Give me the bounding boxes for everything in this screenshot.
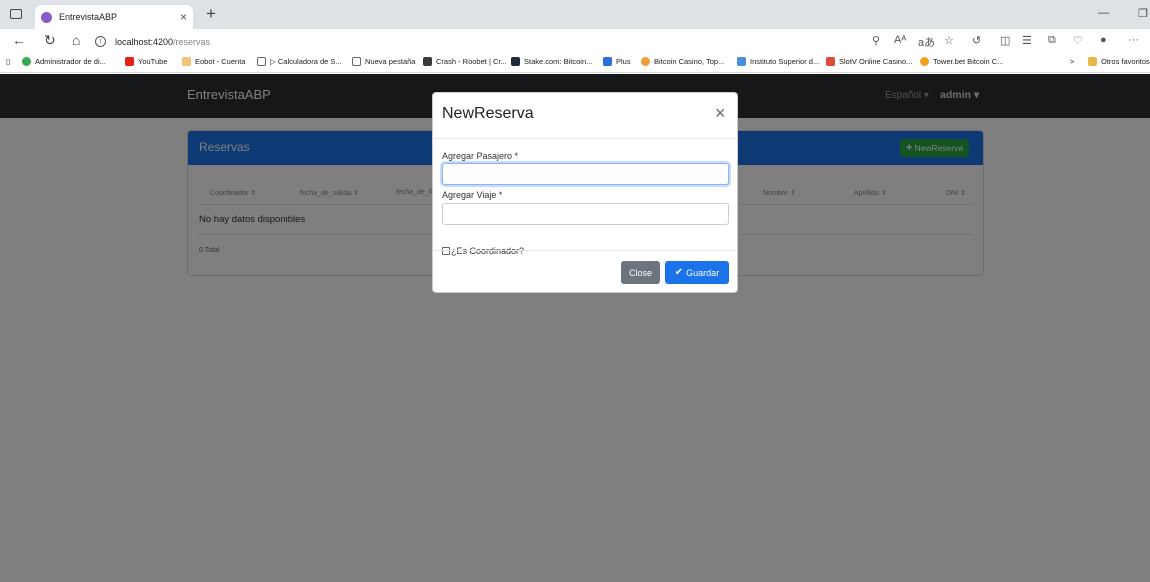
favicon-icon: [41, 11, 52, 23]
bookmark-favicon-icon: [603, 57, 612, 66]
modal-footer-divider: [433, 250, 737, 251]
viaje-input[interactable]: [442, 203, 729, 225]
tab-close-icon[interactable]: ×: [180, 10, 187, 24]
modal-title: NewReserva: [442, 105, 534, 122]
modal-header-divider: [433, 138, 737, 139]
extensions-icon[interactable]: ↺: [972, 34, 981, 47]
browser-essentials-icon[interactable]: ♡: [1073, 34, 1083, 47]
favorite-star-icon[interactable]: ☆: [944, 34, 954, 47]
bookmark-favicon-icon: [511, 57, 520, 66]
bookmark-item[interactable]: Crash - Roobet | Cr...: [423, 57, 507, 66]
url-host: localhost:4200: [115, 36, 174, 47]
bookmark-favicon-icon: [182, 57, 191, 66]
minimize-icon[interactable]: —: [1098, 7, 1109, 19]
coordinador-checkbox-row[interactable]: ¿Es Coordinador?: [442, 246, 524, 256]
close-icon[interactable]: ×: [715, 103, 726, 124]
close-button[interactable]: Close: [621, 261, 660, 284]
bookmark-item[interactable]: Instituto Superior d...: [737, 57, 819, 66]
more-icon[interactable]: ···: [1128, 34, 1139, 46]
bookmarks-overflow-icon[interactable]: >: [1070, 57, 1074, 66]
bookmark-favicon-icon: [423, 57, 432, 66]
pasajero-label: Agregar Pasajero *: [442, 151, 519, 161]
read-aloud-icon[interactable]: Aᴬ: [894, 34, 906, 46]
bookmark-item[interactable]: Eobot - Cuenta: [182, 57, 245, 66]
bookmark-favicon-icon: [641, 57, 650, 66]
new-tab-button[interactable]: +: [206, 4, 216, 24]
bookmarks-bar: ▯ Administrador de di... YouTube Eobot -…: [0, 53, 1150, 73]
bookmark-favicon-icon: [920, 57, 929, 66]
new-reserva-modal: NewReserva × Agregar Pasajero * Agregar …: [432, 92, 738, 293]
browser-tab-bar: EntrevistaABP × + — ❐: [0, 0, 1150, 29]
save-button[interactable]: ✔ Guardar: [665, 261, 729, 284]
bookmark-item[interactable]: Stake.com: Bitcoin...: [511, 57, 592, 66]
bookmark-item[interactable]: Bitcoin Casino, Top...: [641, 57, 724, 66]
bookmark-item[interactable]: YouTube: [125, 57, 167, 66]
youtube-icon: [125, 57, 134, 66]
home-icon[interactable]: ⌂: [72, 32, 80, 48]
favorites-icon[interactable]: ☰: [1022, 34, 1032, 47]
tab-actions-icon[interactable]: [10, 9, 22, 19]
check-icon: ✔: [674, 267, 684, 278]
other-favorites[interactable]: Otros favoritos: [1088, 57, 1150, 66]
translate-icon[interactable]: aあ: [918, 34, 935, 50]
bookmark-item[interactable]: Nueva pestaña: [352, 57, 415, 66]
profile-icon[interactable]: ●: [1100, 34, 1107, 46]
bookmark-item[interactable]: Administrador de di...: [22, 57, 106, 66]
tab-title: EntrevistaABP: [59, 12, 118, 22]
save-label: Guardar: [686, 267, 720, 278]
bookmark-favicon-icon: [826, 57, 835, 66]
page-icon: [257, 57, 266, 66]
browser-tab[interactable]: EntrevistaABP ×: [35, 5, 193, 29]
restore-icon[interactable]: ❐: [1138, 7, 1148, 20]
page-content: EntrevistaABP ▮ Español ▾ admin ▾ Reserv…: [0, 74, 1150, 582]
coordinador-checkbox[interactable]: [442, 247, 450, 255]
bookmark-favicon-icon: [737, 57, 746, 66]
bookmark-item[interactable]: Tower.bet Bitcoin C...: [920, 57, 1003, 66]
bookmarks-page-icon[interactable]: ▯: [6, 57, 10, 66]
bookmark-item[interactable]: Plus: [603, 57, 631, 66]
bookmark-item[interactable]: SlotV Online Casino...: [826, 57, 912, 66]
back-icon[interactable]: ←: [12, 32, 26, 48]
bookmark-item[interactable]: ▷ Calculadora de S...: [257, 57, 342, 66]
bookmark-favicon-icon: [22, 57, 31, 66]
url-field[interactable]: i localhost:4200/reservas: [95, 33, 855, 50]
collections-icon[interactable]: ⧉: [1048, 34, 1056, 47]
address-bar-row: ← ↻ ⌂ i localhost:4200/reservas ⚲ Aᴬ aあ …: [0, 29, 1150, 53]
url-path: /reservas: [173, 36, 211, 47]
folder-icon: [1088, 57, 1097, 66]
refresh-icon[interactable]: ↻: [44, 32, 56, 49]
site-info-icon[interactable]: i: [95, 36, 106, 47]
viaje-label: Agregar Viaje *: [442, 190, 503, 200]
pasajero-input[interactable]: [442, 163, 729, 185]
key-icon[interactable]: ⚲: [872, 34, 880, 47]
coordinador-label: ¿Es Coordinador?: [451, 246, 525, 256]
split-screen-icon[interactable]: ◫: [1000, 34, 1010, 47]
page-icon: [352, 57, 361, 66]
